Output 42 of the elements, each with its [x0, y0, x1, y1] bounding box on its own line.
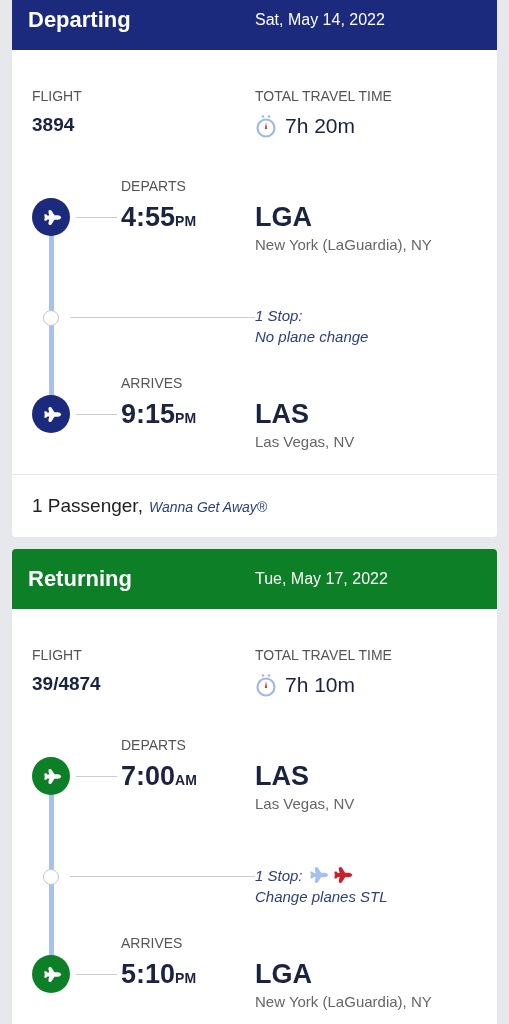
meridiem-text: PM [175, 212, 197, 229]
stop-dot [43, 869, 59, 885]
city-name: New York (LaGuardia), NY [255, 236, 433, 253]
fare-type: Wanna Get Away® [148, 499, 268, 515]
time-text: 7:00 [121, 760, 176, 792]
travel-time-label: TOTAL TRAVEL TIME [255, 647, 393, 663]
flight-label: FLIGHT [32, 647, 83, 663]
header-title: Departing [28, 7, 132, 33]
meridiem-text: AM [175, 771, 197, 788]
time-text: 9:15 [121, 398, 176, 430]
time-text: 4:55 [121, 201, 176, 233]
header-title: Returning [28, 566, 133, 592]
flight-number: 3894 [32, 114, 76, 137]
meridiem-text: PM [175, 969, 197, 986]
time-label: DEPARTS [121, 178, 187, 196]
passenger-count: 1 Passenger, [32, 495, 143, 517]
flight-label: FLIGHT [32, 88, 83, 104]
city-name: New York (LaGuardia), NY [255, 993, 433, 1010]
stop-detail: Change planes STL [255, 888, 389, 905]
time-label: DEPARTS [121, 737, 187, 755]
header-date: Tue, May 17, 2022 [255, 570, 389, 588]
stop-dot [43, 310, 59, 326]
flight-number: 39/4874 [32, 673, 102, 696]
airport-code: LAS [255, 760, 310, 792]
stop-count: 1 Stop: [255, 866, 303, 884]
travel-time: 7h 20m [285, 114, 356, 138]
travel-time: 7h 10m [285, 673, 356, 697]
city-name: Las Vegas, NV [255, 433, 356, 450]
stopwatch-icon [255, 673, 277, 697]
time-text: 5:10 [121, 958, 176, 990]
travel-time-label: TOTAL TRAVEL TIME [255, 88, 393, 104]
airport-code: LGA [255, 958, 313, 990]
time-label: ARRIVES [121, 935, 184, 953]
meridiem-text: PM [175, 409, 197, 426]
airport-code: LGA [255, 201, 313, 233]
header-date: Sat, May 14, 2022 [255, 11, 386, 29]
stop-detail: No plane change [255, 328, 370, 345]
time-label: ARRIVES [121, 375, 184, 393]
stopwatch-icon [255, 114, 277, 138]
stop-count: 1 Stop: [255, 307, 303, 324]
city-name: Las Vegas, NV [255, 795, 356, 812]
airport-code: LAS [255, 398, 310, 430]
